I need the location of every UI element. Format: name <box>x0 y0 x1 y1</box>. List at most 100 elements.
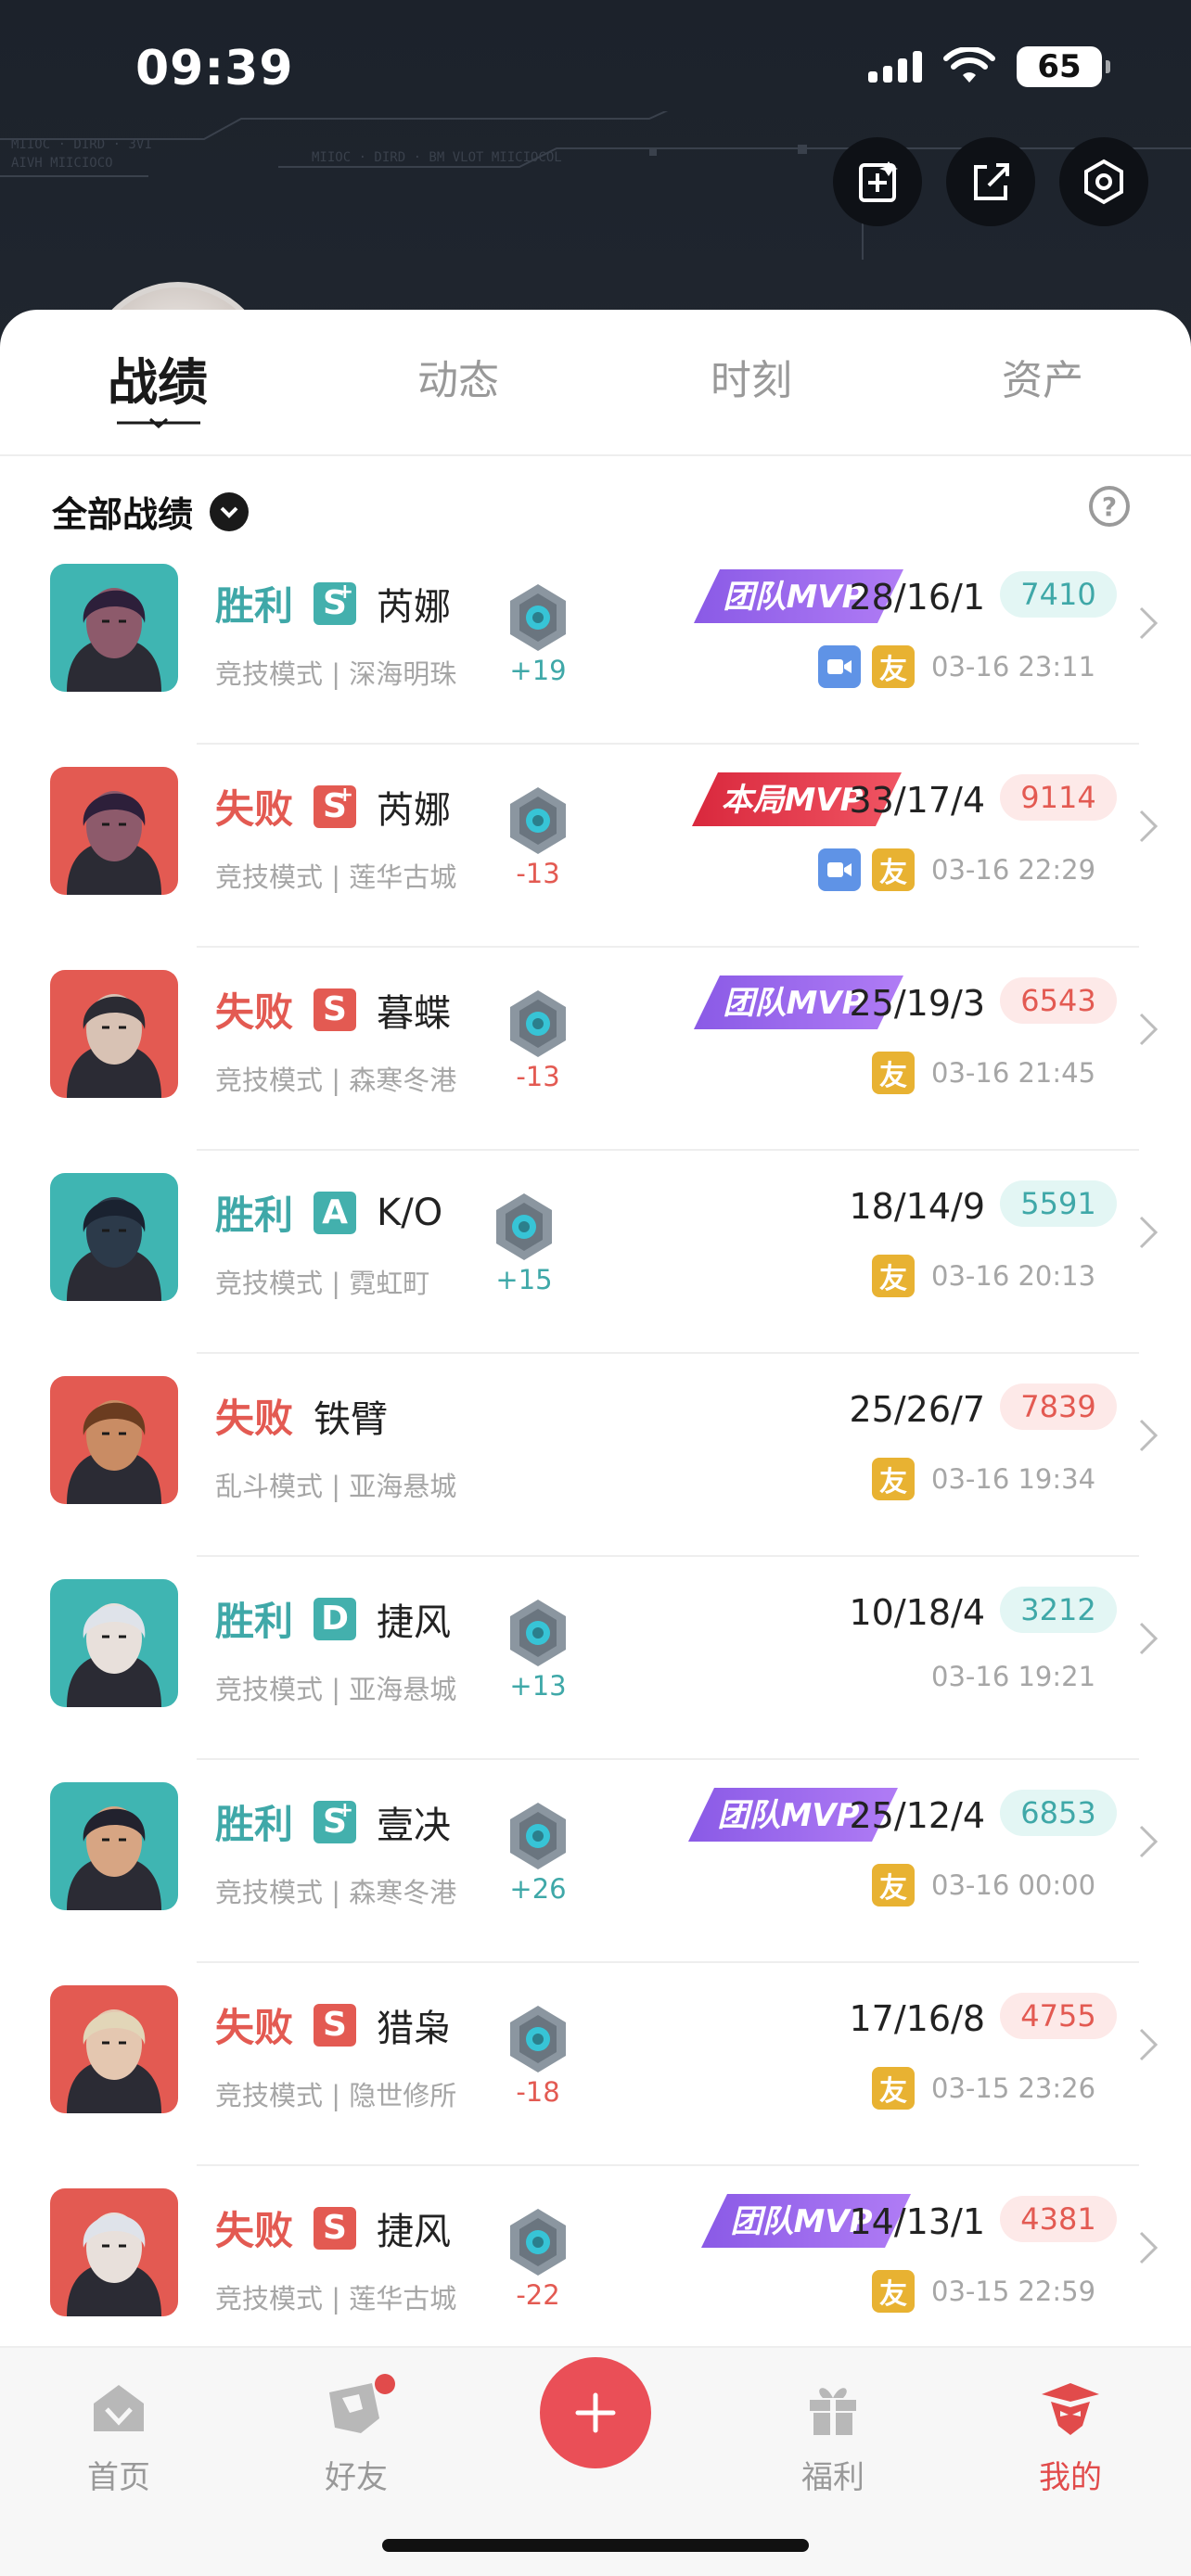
match-row[interactable]: 胜利 S + 壹决 竞技模式 | 森寒冬港 +26 团队MVP 25/12/4 6853 友… <box>0 1760 1191 1963</box>
hero-portrait <box>50 1985 178 2113</box>
mvp-label: 本局MVP <box>721 782 863 819</box>
match-row[interactable]: 失败 S 暮蝶 竞技模式 | 森寒冬港 -13 团队MVP 25/19/3 6543 友 0… <box>0 948 1191 1151</box>
record-filter-dropdown[interactable]: 全部战绩 <box>52 486 250 537</box>
match-row[interactable]: 胜利 S + 芮娜 竞技模式 | 深海明珠 +19 团队MVP 28/16/1 7410 … <box>0 542 1191 745</box>
tab-feed[interactable]: 动态 <box>417 347 499 406</box>
friend-tag: 友 <box>872 1255 915 1297</box>
hero-name: 捷风 <box>377 2210 452 2253</box>
score-badge: 7410 <box>1000 571 1117 618</box>
svg-text:MIIOC · DIRD · BM VLOT MIICIOC: MIIOC · DIRD · BM VLOT MIICIOCOL <box>312 150 562 165</box>
match-row[interactable]: 失败 铁臂 乱斗模式 | 亚海悬城 25/26/7 7839 友 03-16 19:34 <box>0 1354 1191 1557</box>
mode-map: 乱斗模式 | 亚海悬城 <box>215 1471 457 1502</box>
add-button[interactable] <box>540 2357 651 2468</box>
rank-icon <box>501 784 575 858</box>
grade-badge: S + <box>314 783 357 828</box>
friend-tag: 友 <box>872 1052 915 1094</box>
score-badge: 9114 <box>1000 774 1117 821</box>
grade-letter: A <box>322 1193 348 1231</box>
kda: 33/17/4 <box>849 780 986 821</box>
mode-map: 竞技模式 | 深海明珠 <box>215 658 457 690</box>
friend-tag: 友 <box>872 2067 915 2110</box>
mvp-label: 团队MVP <box>723 985 864 1022</box>
video-icon[interactable] <box>818 645 861 688</box>
help-icon[interactable]: ? <box>1089 486 1130 527</box>
grade-badge: S + <box>314 580 357 625</box>
rank-delta: +13 <box>509 1670 567 1702</box>
hero-portrait <box>50 1173 178 1301</box>
chevron-right-icon <box>1139 606 1159 640</box>
hero-portrait <box>50 1376 178 1504</box>
mode-map: 竞技模式 | 隐世修所 <box>215 2080 457 2111</box>
mvp-label: 团队MVP <box>717 1797 859 1834</box>
home-icon <box>94 2385 144 2431</box>
grade-badge: S + <box>314 1798 357 1843</box>
rank-icon <box>487 1190 561 1264</box>
mode-map: 竞技模式 | 森寒冬港 <box>215 1877 457 1908</box>
tab-moments[interactable]: 时刻 <box>711 347 792 406</box>
kda: 18/14/9 <box>849 1186 986 1227</box>
chevron-right-icon <box>1139 1419 1159 1452</box>
hero-portrait <box>50 1782 178 1910</box>
video-icon[interactable] <box>818 848 861 891</box>
nav-friends[interactable]: 好友 <box>291 2374 421 2497</box>
rank-delta: -13 <box>516 1061 560 1092</box>
hero-name: 芮娜 <box>377 788 452 832</box>
divider <box>0 454 1191 456</box>
plus-icon <box>575 2392 616 2433</box>
match-list: 胜利 S + 芮娜 竞技模式 | 深海明珠 +19 团队MVP 28/16/1 7410 … <box>0 542 1191 2369</box>
kda: 17/16/8 <box>849 1998 986 2039</box>
mode-map: 竞技模式 | 森寒冬港 <box>215 1065 457 1096</box>
hero-name: 捷风 <box>377 1600 452 1644</box>
kda: 25/26/7 <box>849 1389 986 1430</box>
match-row[interactable]: 胜利 A K/O 竞技模式 | 霓虹町 +15 18/14/9 5591 友 03-16 20… <box>0 1151 1191 1354</box>
hero-name: 暮蝶 <box>377 991 452 1035</box>
hero-portrait <box>50 970 178 1098</box>
grade-letter: S <box>323 990 347 1028</box>
chevron-right-icon <box>1139 1825 1159 1858</box>
match-result: 胜利 <box>215 583 294 629</box>
grade-plus-icon: + <box>336 783 354 807</box>
home-indicator <box>382 2539 809 2552</box>
match-row[interactable]: 失败 S + 芮娜 竞技模式 | 莲华古城 -13 本局MVP 33/17/4 9114 … <box>0 745 1191 948</box>
tab-record[interactable]: 战绩 <box>108 341 208 414</box>
nav-welfare[interactable]: 福利 <box>768 2376 898 2497</box>
hero-name: 壹决 <box>377 1804 452 1847</box>
match-row[interactable]: 失败 S 捷风 竞技模式 | 莲华古城 -22 团队MVP 14/13/1 4381 友 0… <box>0 2166 1191 2369</box>
score-badge: 4381 <box>1000 2196 1117 2242</box>
grade-badge: D <box>314 1597 357 1640</box>
nav-friends-label: 好友 <box>325 2459 388 2496</box>
score-badge: 3212 <box>1000 1587 1117 1633</box>
rank-delta: +15 <box>495 1264 553 1295</box>
grade-plus-icon: + <box>336 1798 354 1822</box>
match-result: 失败 <box>215 786 294 832</box>
rank-icon <box>501 987 575 1061</box>
agent-icon <box>1042 2383 1099 2435</box>
hero-name: K/O <box>377 1191 443 1234</box>
match-time: 03-16 19:21 <box>931 1661 1096 1692</box>
nav-home[interactable]: 首页 <box>54 2376 184 2497</box>
chevron-right-icon <box>1139 2028 1159 2061</box>
kda: 28/16/1 <box>849 577 986 618</box>
friend-tag: 友 <box>872 645 915 688</box>
grade-plus-icon: + <box>336 580 354 604</box>
nav-me[interactable]: 我的 <box>1005 2376 1135 2497</box>
friend-tag: 友 <box>872 2270 915 2313</box>
score-badge: 7839 <box>1000 1384 1117 1430</box>
status-time: 09:39 <box>135 41 294 96</box>
match-row[interactable]: 胜利 D 捷风 竞技模式 | 亚海悬城 +13 10/18/4 3212 03-16 19:… <box>0 1557 1191 1760</box>
active-tab-indicator <box>117 417 200 429</box>
hero-name: 铁臂 <box>314 1397 389 1441</box>
share-button[interactable] <box>946 137 1035 226</box>
tab-assets[interactable]: 资产 <box>1002 347 1083 406</box>
rank-delta: +19 <box>509 655 567 686</box>
match-result: 胜利 <box>215 1802 294 1847</box>
hero-portrait <box>50 767 178 895</box>
match-row[interactable]: 失败 S 猎枭 竞技模式 | 隐世修所 -18 17/16/8 4755 友 03-15 23… <box>0 1963 1191 2166</box>
add-card-button[interactable] <box>833 137 922 226</box>
grade-badge: A <box>314 1191 357 1234</box>
svg-text:AIVH MIICIOCO: AIVH MIICIOCO <box>11 156 113 171</box>
score-badge: 4755 <box>1000 1993 1117 2039</box>
mode-map: 竞技模式 | 莲华古城 <box>215 2283 457 2315</box>
settings-button[interactable] <box>1059 137 1148 226</box>
kda: 25/19/3 <box>849 983 986 1024</box>
